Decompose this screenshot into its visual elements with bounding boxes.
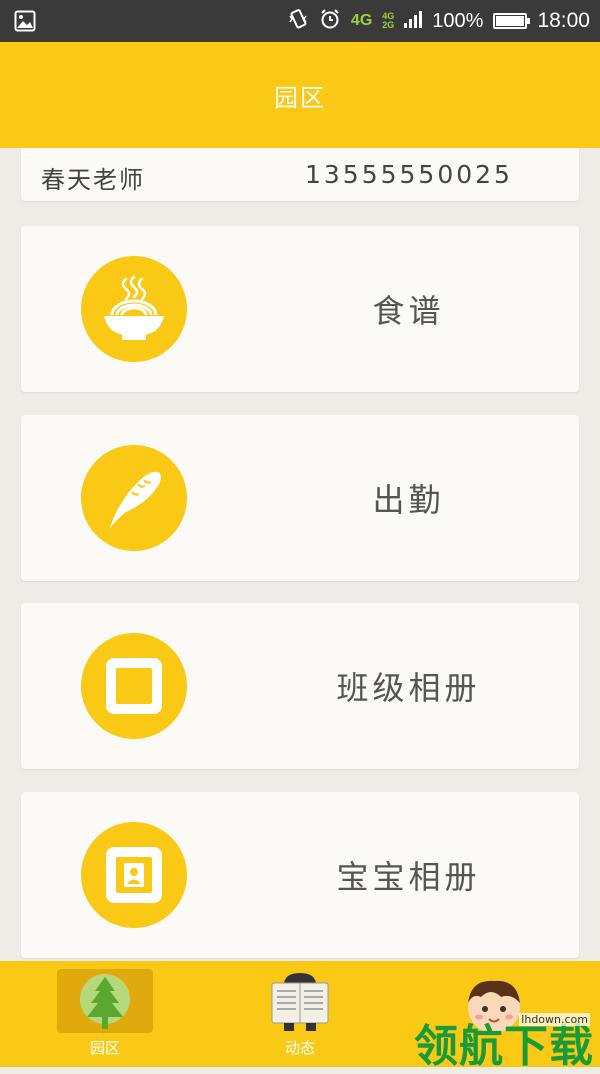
watermark-url: lhdown.com bbox=[519, 1013, 590, 1026]
menu-item-attendance[interactable]: 出勤 bbox=[21, 415, 579, 581]
menu-label: 班级相册 bbox=[336, 669, 481, 707]
menu-item-recipe[interactable]: 食谱 bbox=[21, 226, 579, 392]
tab-news[interactable]: 动态 bbox=[256, 961, 344, 1067]
menu-label: 出勤 bbox=[372, 481, 445, 519]
tab-label: 动态 bbox=[284, 1039, 315, 1057]
gallery-icon bbox=[14, 10, 36, 37]
menu-item-baby-album[interactable]: 宝宝相册 bbox=[21, 792, 579, 958]
battery-icon bbox=[493, 13, 531, 29]
status-time: 18:00 bbox=[537, 9, 590, 32]
teacher-name: 春天老师 bbox=[41, 166, 145, 194]
portrait-frame-icon bbox=[81, 822, 187, 928]
tree-icon bbox=[79, 973, 131, 1039]
noodle-bowl-icon bbox=[81, 256, 187, 362]
app-header: 园区 bbox=[0, 42, 600, 148]
tab-home[interactable]: 园区 bbox=[57, 961, 153, 1067]
menu-label: 宝宝相册 bbox=[336, 858, 481, 896]
feather-icon bbox=[81, 445, 187, 551]
status-bar: 4G 4G 2G 100% 18:00 bbox=[0, 0, 600, 42]
menu-item-class-album[interactable]: 班级相册 bbox=[21, 603, 579, 769]
teacher-phone: 13555550025 bbox=[305, 160, 513, 189]
network-type-small: 4G 2G bbox=[382, 11, 395, 30]
alarm-icon bbox=[319, 8, 341, 35]
tab-label: 园区 bbox=[89, 1039, 120, 1057]
menu-label: 食谱 bbox=[372, 292, 445, 330]
battery-percent: 100% bbox=[432, 9, 484, 32]
signal-icon bbox=[404, 10, 423, 33]
teacher-info-card: 春天老师 13555550025 bbox=[21, 148, 579, 201]
newspaper-reader-icon bbox=[270, 971, 330, 1039]
network-type: 4G bbox=[350, 12, 373, 29]
page-title: 园区 bbox=[274, 83, 326, 112]
photo-frame-icon bbox=[81, 633, 187, 739]
vibrate-icon bbox=[287, 8, 309, 35]
